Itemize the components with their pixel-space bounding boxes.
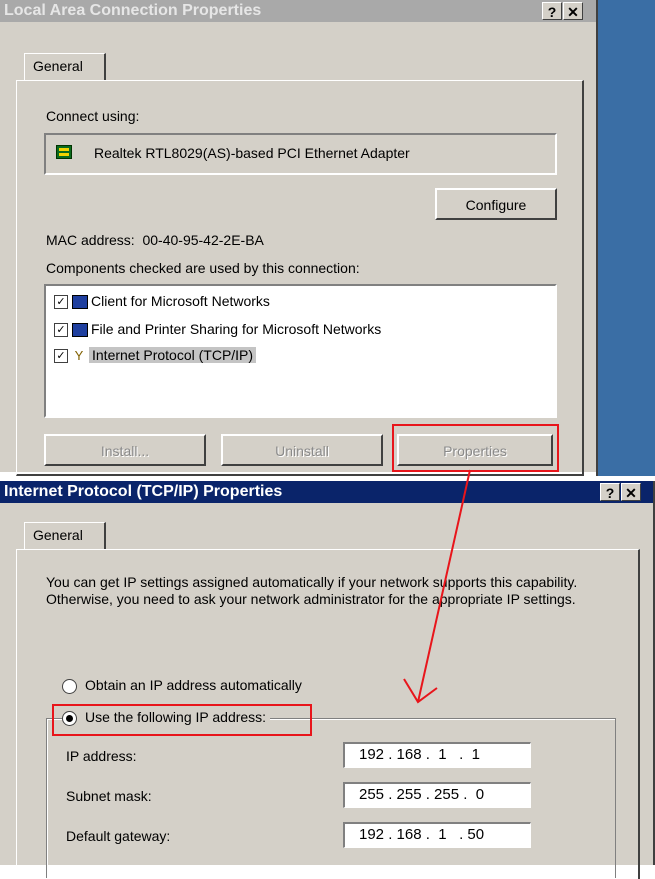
- annotation-arrow-line: [417, 469, 471, 703]
- annotation-arrow: [403, 469, 471, 704]
